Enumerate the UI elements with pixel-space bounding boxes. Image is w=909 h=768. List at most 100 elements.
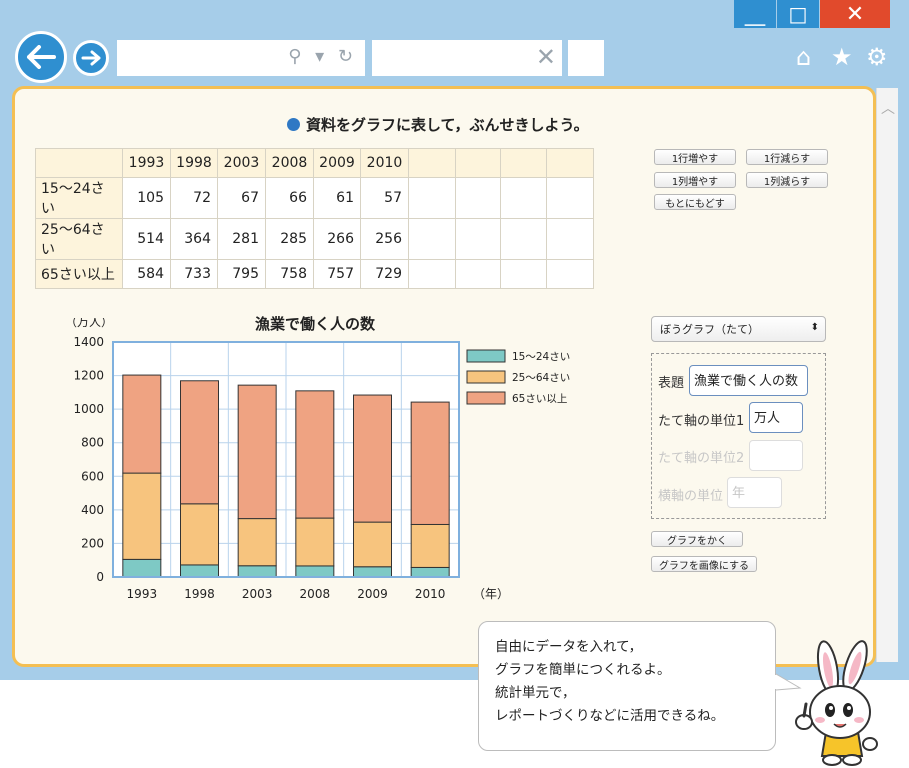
data-table: 1993 1998 2003 2008 2009 2010 15〜24さい 10…	[35, 148, 594, 289]
table-cell[interactable]	[500, 218, 547, 260]
table-cell[interactable]	[546, 218, 594, 260]
table-cell[interactable]: 364	[170, 218, 218, 260]
table-cell[interactable]: 2009	[313, 148, 361, 178]
table-cell[interactable]	[408, 218, 456, 260]
minimize-button[interactable]: ＿	[734, 0, 776, 28]
address-bar[interactable]: ⚲ ▾ ↻	[117, 40, 365, 76]
table-row: 25〜64さい 514 364 281 285 266 256	[35, 218, 594, 260]
table-cell[interactable]: 1993	[122, 148, 171, 178]
table-cell[interactable]: 266	[313, 218, 361, 260]
table-cell[interactable]	[500, 148, 547, 178]
bar-segment	[295, 565, 335, 578]
table-cell[interactable]: 2003	[217, 148, 266, 178]
new-tab-button[interactable]	[568, 40, 604, 76]
legend-swatch	[466, 391, 506, 405]
y-tick-label: 200	[81, 536, 104, 550]
table-cell[interactable]: 66	[265, 177, 314, 219]
scrollbar[interactable]: ︿	[876, 88, 898, 662]
table-cell[interactable]	[546, 148, 594, 178]
table-cell[interactable]	[455, 218, 501, 260]
maximize-button[interactable]: □	[777, 0, 819, 28]
table-cell[interactable]: 584	[122, 259, 171, 289]
y-tick-label: 1200	[73, 369, 104, 383]
browser-tab[interactable]: ✕	[372, 40, 562, 76]
table-cell[interactable]: 281	[217, 218, 266, 260]
table-cell[interactable]: 733	[170, 259, 218, 289]
table-cell[interactable]: 72	[170, 177, 218, 219]
bar-segment	[295, 517, 335, 567]
remove-column-button[interactable]: 1列減らす	[746, 172, 828, 188]
bar-segment	[180, 564, 219, 578]
table-cell[interactable]: 256	[360, 218, 409, 260]
x-tick-label: 2003	[242, 587, 273, 601]
table-cell[interactable]	[35, 148, 123, 178]
table-cell[interactable]: 67	[217, 177, 266, 219]
tab-close-icon[interactable]: ✕	[536, 43, 556, 71]
table-cell[interactable]	[455, 177, 501, 219]
table-cell[interactable]	[546, 177, 594, 219]
close-button[interactable]: ✕	[820, 0, 890, 28]
table-cell[interactable]: 285	[265, 218, 314, 260]
bar-segment	[410, 401, 450, 525]
y-unit2-label: たて軸の単位2	[658, 451, 745, 466]
bubble-line: 統計単元で，	[495, 685, 576, 701]
bar-segment	[353, 394, 392, 523]
row-label[interactable]: 15〜24さい	[35, 177, 123, 219]
bar-segment	[237, 384, 277, 520]
bar-segment	[180, 503, 219, 566]
draw-graph-button[interactable]: グラフをかく	[651, 531, 743, 547]
bar-segment	[237, 565, 277, 578]
table-cell[interactable]: 61	[313, 177, 361, 219]
table-cell[interactable]: 1998	[170, 148, 218, 178]
x-unit-label: 横軸の単位	[658, 489, 724, 504]
table-cell[interactable]	[408, 259, 456, 289]
save-image-button[interactable]: グラフを画像にする	[651, 556, 757, 572]
add-row-button[interactable]: 1行増やす	[654, 149, 736, 165]
x-tick-label: 2008	[300, 587, 331, 601]
home-icon[interactable]: ⌂	[796, 43, 811, 71]
graph-type-select[interactable]: ぼうグラフ（たて） ⬍	[651, 316, 826, 342]
table-cell[interactable]	[500, 259, 547, 289]
table-cell[interactable]	[500, 177, 547, 219]
x-tick-label: 1998	[184, 587, 215, 601]
table-cell[interactable]: 105	[122, 177, 171, 219]
gear-icon[interactable]: ⚙	[866, 43, 888, 71]
title-input[interactable]: 漁業で働く人の数	[689, 365, 808, 396]
bar-segment	[122, 472, 162, 560]
table-cell[interactable]: 2008	[265, 148, 314, 178]
table-cell[interactable]	[546, 259, 594, 289]
arrow-left-icon	[27, 45, 56, 69]
y-unit2-input[interactable]	[749, 440, 803, 471]
table-cell[interactable]: 758	[265, 259, 314, 289]
x-axis-label: （年）	[473, 587, 509, 601]
back-button[interactable]	[15, 31, 67, 83]
table-cell[interactable]: 57	[360, 177, 409, 219]
bubble-line: グラフを簡単につくれるよ。	[495, 662, 671, 678]
add-column-button[interactable]: 1列増やす	[654, 172, 736, 188]
scroll-up-icon[interactable]: ︿	[881, 98, 895, 118]
star-icon[interactable]: ★	[831, 43, 853, 71]
table-cell[interactable]	[408, 148, 456, 178]
table-header-row: 1993 1998 2003 2008 2009 2010	[35, 148, 594, 178]
graph-type-value: ぼうグラフ（たて）	[660, 323, 759, 336]
reset-button[interactable]: もとにもどす	[654, 194, 736, 210]
table-cell[interactable]	[408, 177, 456, 219]
search-icon[interactable]: ⚲ ▾ ↻	[288, 46, 357, 67]
table-cell[interactable]: 795	[217, 259, 266, 289]
table-cell[interactable]	[455, 259, 501, 289]
y-tick-label: 0	[96, 570, 104, 584]
table-cell[interactable]	[455, 148, 501, 178]
legend-label: 25〜64さい	[512, 372, 570, 384]
table-cell[interactable]: 2010	[360, 148, 409, 178]
x-unit-input[interactable]: 年	[727, 477, 782, 508]
table-cell[interactable]: 729	[360, 259, 409, 289]
remove-row-button[interactable]: 1行減らす	[746, 149, 828, 165]
forward-button[interactable]	[73, 40, 109, 76]
y-unit1-input[interactable]: 万人	[749, 402, 803, 433]
bar-segment	[180, 380, 219, 505]
table-cell[interactable]: 514	[122, 218, 171, 260]
bar-segment	[410, 566, 450, 578]
row-label[interactable]: 65さい以上	[35, 259, 123, 289]
row-label[interactable]: 25〜64さい	[35, 218, 123, 260]
table-cell[interactable]: 757	[313, 259, 361, 289]
